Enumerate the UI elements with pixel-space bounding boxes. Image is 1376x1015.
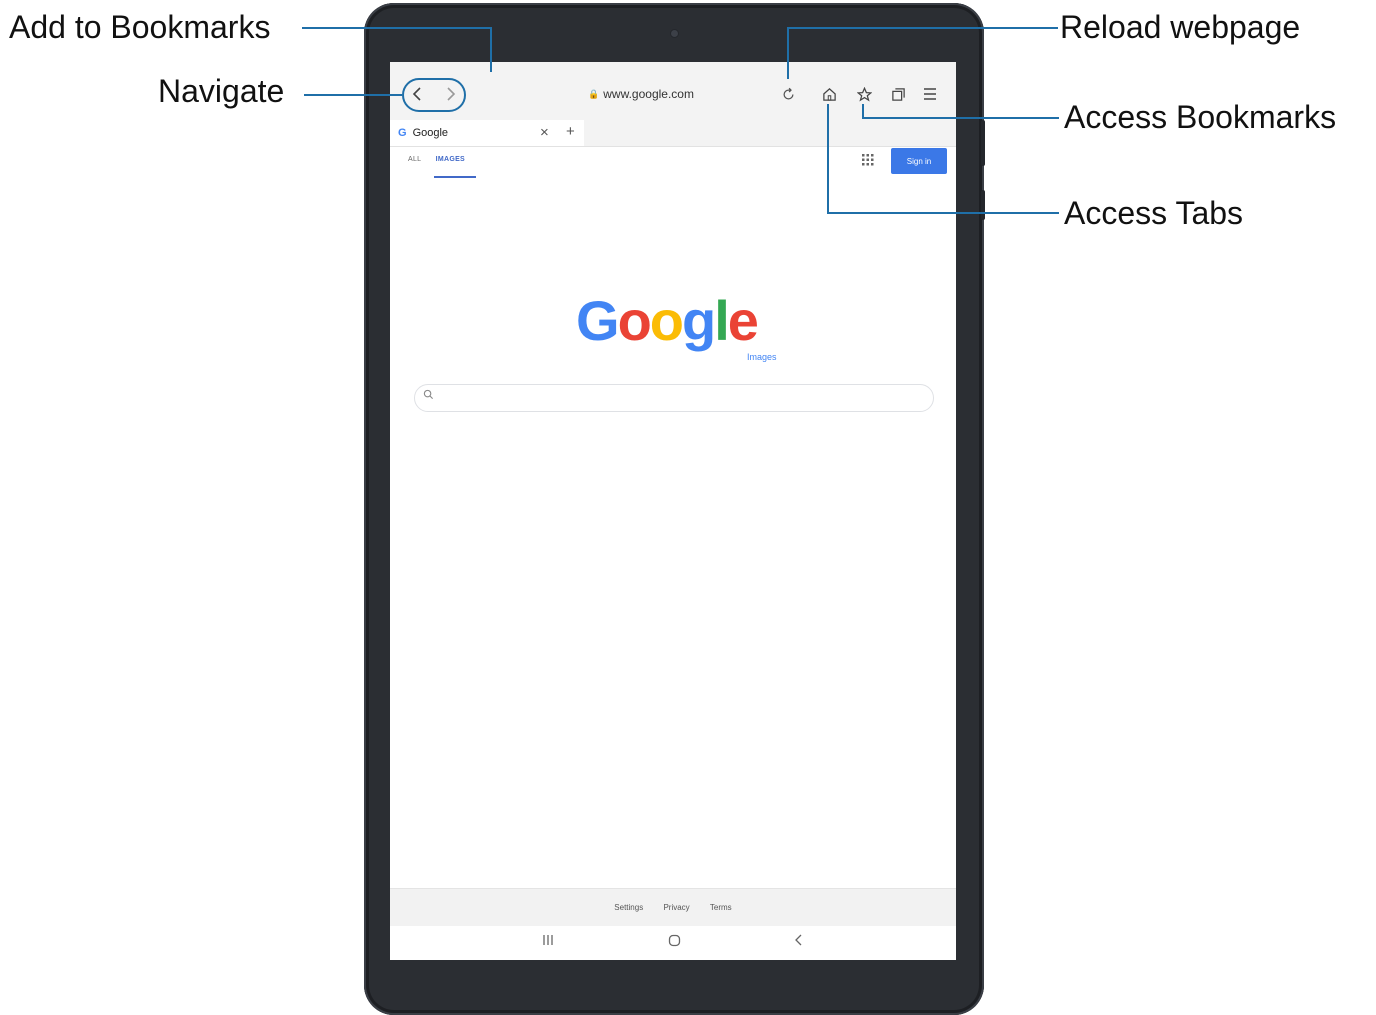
tab-strip: G Google × + [390, 120, 956, 147]
search-type-nav: ALL IMAGES [408, 156, 477, 163]
url-bar[interactable]: 🔒 www.google.com [476, 82, 806, 106]
tab-title: Google [412, 127, 449, 139]
footer-settings-link[interactable]: Settings [614, 903, 643, 912]
logo-subtitle: Images [747, 352, 777, 362]
lock-icon: 🔒 [588, 88, 600, 99]
apps-grid-icon[interactable] [862, 154, 874, 169]
leader-line [304, 94, 402, 96]
callout-reload: Reload webpage [1060, 9, 1301, 45]
volume-button [981, 120, 985, 166]
back-button-icon[interactable] [794, 934, 804, 949]
search-input[interactable] [414, 384, 934, 412]
nav-all-link[interactable]: ALL [408, 156, 421, 163]
recent-apps-icon[interactable] [542, 934, 554, 949]
front-camera [671, 30, 678, 37]
tab-google[interactable]: G Google × [390, 120, 584, 146]
active-tab-underline [434, 176, 476, 178]
google-logo: Google [576, 289, 759, 352]
bookmarks-star-icon[interactable] [854, 84, 874, 104]
leader-line [490, 27, 492, 72]
close-tab-button[interactable]: × [540, 124, 549, 141]
menu-icon[interactable] [920, 84, 940, 104]
callout-navigate: Navigate [158, 73, 285, 109]
leader-line [788, 27, 1058, 29]
home-icon[interactable] [819, 84, 839, 104]
nav-images-link[interactable]: IMAGES [436, 156, 465, 163]
leader-line [863, 117, 1059, 119]
callout-access-tabs: Access Tabs [1064, 195, 1244, 231]
url-text: www.google.com [603, 87, 694, 101]
callout-access-bookmarks: Access Bookmarks [1064, 99, 1337, 135]
system-nav-bar [390, 926, 956, 960]
search-icon [423, 389, 434, 403]
page-footer: Settings Privacy Terms [390, 888, 956, 927]
new-tab-button[interactable]: + [566, 123, 575, 140]
leader-line [787, 27, 789, 79]
footer-privacy-link[interactable]: Privacy [663, 903, 689, 912]
reload-icon[interactable] [778, 84, 798, 104]
tablet-screen: 🔒 www.google.com G Google × + ALL IMAGES [390, 62, 956, 960]
google-favicon-icon: G [398, 127, 407, 139]
leader-line [828, 212, 1059, 214]
leader-line [827, 104, 829, 214]
tabs-icon[interactable] [888, 84, 908, 104]
footer-terms-link[interactable]: Terms [710, 903, 732, 912]
sign-in-button[interactable]: Sign in [891, 148, 947, 174]
leader-line [862, 104, 864, 119]
power-button [981, 190, 985, 220]
leader-line [302, 27, 491, 29]
navigate-highlight-oval [402, 78, 466, 112]
callout-add-bookmarks: Add to Bookmarks [9, 9, 271, 45]
home-button-icon[interactable] [668, 934, 681, 950]
